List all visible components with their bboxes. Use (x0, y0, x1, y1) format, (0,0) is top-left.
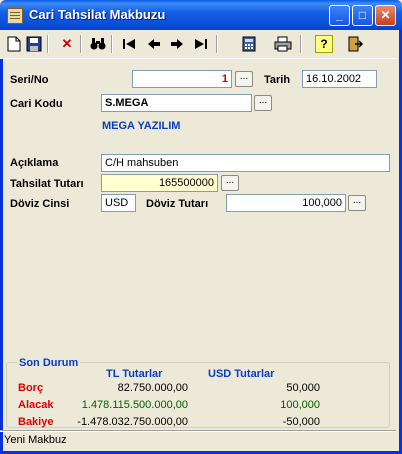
new-icon[interactable] (5, 35, 23, 53)
doviz-cinsi-field[interactable]: USD (101, 194, 136, 212)
toolbar-separator (47, 35, 49, 53)
minimize-button[interactable]: _ (329, 5, 350, 26)
aciklama-field[interactable]: C/H mahsuben (101, 154, 390, 172)
doviz-tutari-lookup-button[interactable]: ... (348, 195, 366, 211)
company-name: MEGA YAZILIM (102, 120, 181, 132)
app-icon (7, 8, 23, 24)
tahsilat-tutari-lookup-button[interactable]: ... (221, 175, 239, 191)
bakiye-tl-value: -1.478.032.750.000,00 (77, 416, 188, 428)
borc-label: Borç (18, 382, 44, 394)
tarih-label: Tarih (264, 74, 291, 86)
help-icon[interactable]: ? (315, 35, 333, 53)
seri-no-field[interactable]: 1 (132, 70, 232, 88)
aciklama-label: Açıklama (10, 157, 59, 169)
seri-no-label: Seri/No (10, 74, 49, 86)
tahsilat-tutari-label: Tahsilat Tutarı (10, 178, 84, 190)
doviz-cinsi-label: Döviz Cinsi (10, 198, 70, 210)
cari-kodu-field[interactable]: S.MEGA (101, 94, 252, 112)
doviz-tutari-label: Döviz Tutarı (146, 198, 209, 210)
borc-usd-value: 50,000 (286, 382, 320, 394)
last-icon[interactable] (192, 35, 210, 53)
title-bar[interactable]: Cari Tahsilat Makbuzu _ □ ✕ (0, 0, 402, 30)
save-icon[interactable] (25, 35, 43, 53)
status-text: Yeni Makbuz (4, 434, 67, 446)
usd-column-header: USD Tutarlar (208, 368, 275, 380)
tarih-field[interactable]: 16.10.2002 (302, 70, 377, 88)
tl-column-header: TL Tutarlar (106, 368, 163, 380)
search-icon[interactable] (89, 35, 107, 53)
toolbar-divider (0, 58, 396, 59)
cari-kodu-lookup-button[interactable]: ... (254, 95, 272, 111)
borc-tl-value: 82.750.000,00 (117, 382, 188, 394)
print-icon[interactable] (274, 35, 292, 53)
toolbar: ✕ ? (0, 30, 396, 58)
toolbar-separator (216, 35, 218, 53)
status-bar: Yeni Makbuz (0, 430, 396, 451)
alacak-tl-value: 1.478.115.500.000,00 (81, 399, 188, 411)
tahsilat-tutari-field[interactable]: 165500000 (101, 174, 218, 192)
alacak-usd-value: 100,000 (280, 399, 320, 411)
maximize-button[interactable]: □ (352, 5, 373, 26)
summary-title: Son Durum (17, 357, 81, 369)
bakiye-usd-value: -50,000 (282, 416, 320, 428)
exit-icon[interactable] (346, 35, 364, 53)
previous-icon[interactable] (145, 35, 163, 53)
status-bar-highlight (0, 431, 396, 432)
doviz-tutari-field[interactable]: 100,000 (226, 194, 346, 212)
seri-no-lookup-button[interactable]: ... (235, 71, 253, 87)
window-title: Cari Tahsilat Makbuzu (29, 7, 166, 22)
next-icon[interactable] (168, 35, 186, 53)
close-button[interactable]: ✕ (375, 5, 396, 26)
first-icon[interactable] (120, 35, 138, 53)
calculator-icon[interactable] (240, 35, 258, 53)
alacak-label: Alacak (18, 399, 54, 411)
cari-kodu-label: Cari Kodu (10, 98, 63, 110)
delete-icon[interactable]: ✕ (58, 35, 76, 53)
toolbar-separator (80, 35, 82, 53)
toolbar-separator (300, 35, 302, 53)
bakiye-label: Bakiye (18, 416, 54, 428)
toolbar-separator (111, 35, 113, 53)
